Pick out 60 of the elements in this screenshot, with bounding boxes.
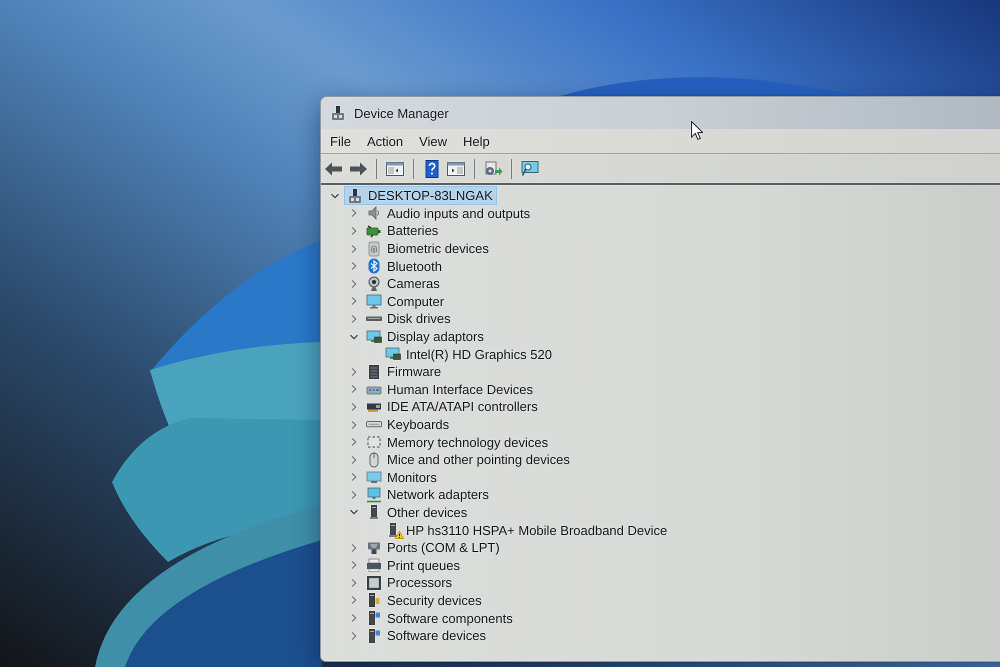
computer-tower-icon bbox=[347, 188, 363, 204]
back-arrow-icon[interactable] bbox=[324, 160, 344, 178]
tree-item[interactable]: Disk drives bbox=[364, 310, 454, 328]
window-title: Device Manager bbox=[354, 106, 449, 120]
processor-icon bbox=[366, 574, 382, 591]
dashed-frame-icon bbox=[366, 434, 382, 450]
tree-item[interactable]: Network adapters bbox=[364, 486, 492, 504]
chip-icon bbox=[366, 364, 382, 380]
speaker-icon bbox=[366, 205, 382, 222]
tree-item[interactable]: Mice and other pointing devices bbox=[364, 451, 573, 468]
printer-icon bbox=[366, 557, 382, 574]
menu-item[interactable]: Help bbox=[455, 131, 498, 151]
tree-item[interactable]: Firmware bbox=[364, 363, 444, 380]
tower-window-icon bbox=[366, 610, 382, 626]
tree-item[interactable]: Print queues bbox=[364, 556, 463, 574]
mouse-pointer-icon bbox=[691, 121, 703, 140]
monitor-icon bbox=[366, 469, 382, 486]
tree-item[interactable]: Intel(R) HD Graphics 520 bbox=[383, 346, 555, 363]
tree-item[interactable]: Audio inputs and outputs bbox=[364, 204, 534, 222]
webcam-icon bbox=[366, 276, 382, 292]
tree-item[interactable]: Human Interface Devices bbox=[364, 380, 536, 398]
tree-item[interactable]: Bluetooth bbox=[364, 258, 445, 275]
monitor-cable-icon bbox=[366, 486, 382, 503]
tree-item[interactable]: Biometric devices bbox=[364, 240, 492, 258]
tree-item[interactable]: Software components bbox=[364, 610, 516, 627]
tree-item[interactable]: HP hs3110 HSPA+ Mobile Broadband Device bbox=[383, 522, 670, 539]
battery-icon bbox=[366, 222, 382, 239]
tree-item[interactable]: Security devices bbox=[364, 592, 485, 609]
port-connector-icon bbox=[366, 540, 382, 556]
menu-item[interactable]: File bbox=[322, 131, 359, 151]
window-left-pane-icon[interactable] bbox=[385, 160, 405, 178]
forward-arrow-icon[interactable] bbox=[348, 160, 368, 178]
tree-item[interactable]: Processors bbox=[364, 574, 456, 592]
keyboard-icon bbox=[366, 421, 382, 428]
tree-item[interactable]: Batteries bbox=[364, 222, 442, 240]
computer-tower-icon bbox=[330, 105, 346, 121]
tree-item[interactable]: Memory technology devices bbox=[364, 434, 552, 451]
tree-item[interactable]: Display adaptors bbox=[364, 328, 487, 346]
window-right-pane-icon[interactable] bbox=[446, 160, 466, 178]
tree-item[interactable]: Monitors bbox=[364, 468, 440, 486]
tree-item[interactable]: Computer bbox=[364, 292, 448, 310]
disk-drive-icon bbox=[366, 316, 382, 322]
tree-item[interactable]: DESKTOP-83LNGAK bbox=[345, 187, 496, 204]
menu-item[interactable]: View bbox=[411, 131, 456, 151]
monitor-card-icon bbox=[366, 328, 382, 345]
tree-item[interactable]: IDE ATA/ATAPI controllers bbox=[364, 398, 541, 416]
tree-item[interactable]: Ports (COM & LPT) bbox=[364, 539, 503, 556]
tree-item[interactable]: Other devices bbox=[364, 504, 470, 521]
monitor-magnifier-icon[interactable] bbox=[520, 160, 540, 178]
tree-item[interactable]: Keyboards bbox=[364, 416, 452, 434]
bluetooth-icon bbox=[366, 258, 382, 274]
gear-arrow-icon[interactable] bbox=[483, 160, 503, 178]
tower-tag-icon bbox=[366, 592, 382, 608]
monitor-card-icon bbox=[385, 346, 401, 362]
monitor-icon bbox=[366, 293, 382, 310]
fingerprint-icon bbox=[366, 240, 382, 257]
tree-item[interactable]: Software devices bbox=[364, 627, 489, 644]
tower-window-icon bbox=[366, 628, 382, 644]
menu-item[interactable]: Action bbox=[358, 131, 412, 151]
tree-item[interactable]: Cameras bbox=[364, 275, 443, 292]
